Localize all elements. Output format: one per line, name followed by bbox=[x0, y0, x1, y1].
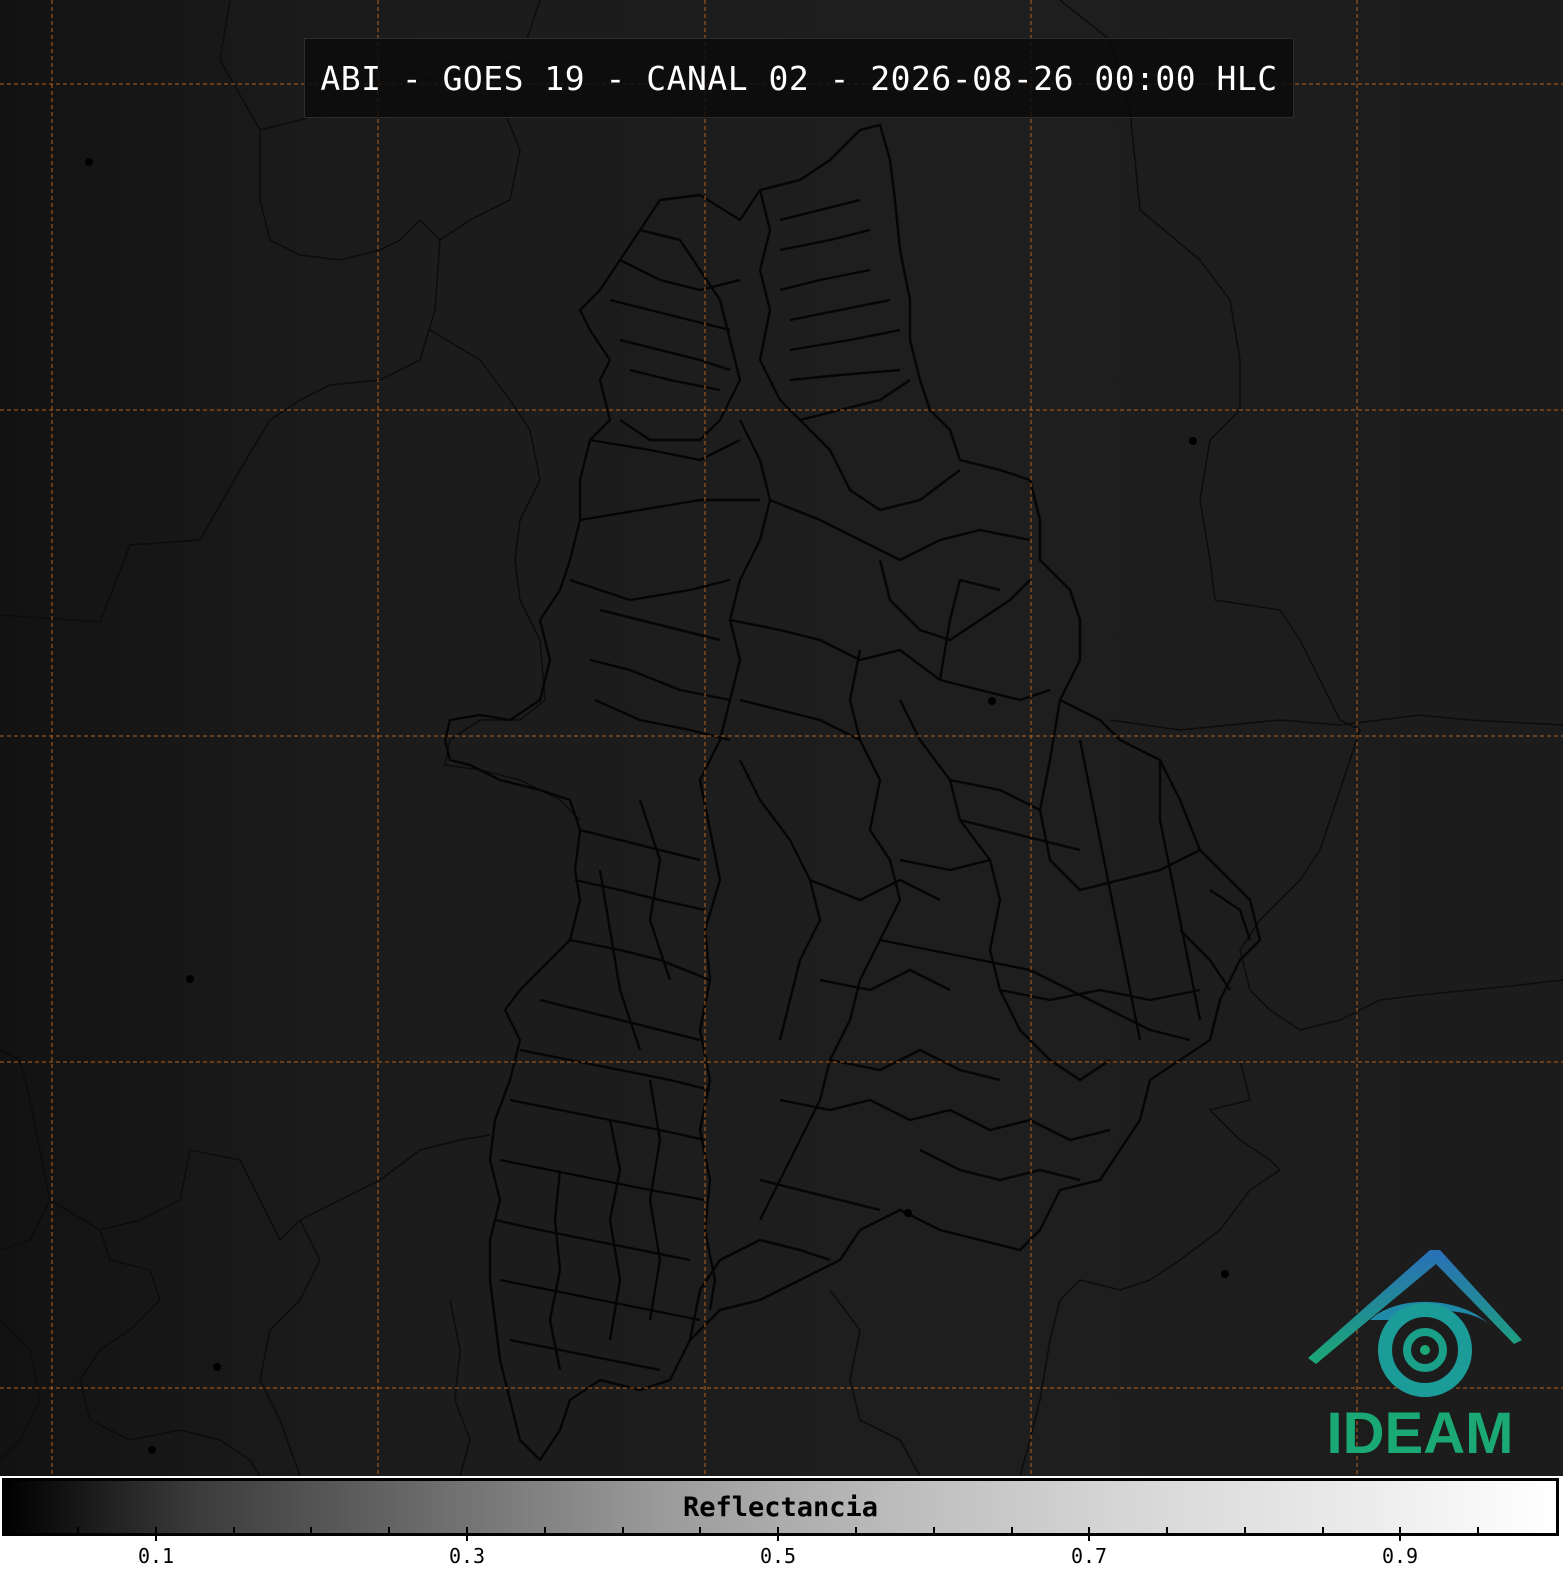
map-title: ABI - GOES 19 - CANAL 02 - 2026-08-26 00… bbox=[320, 58, 1278, 98]
colorbar-tick-label: 0.3 bbox=[448, 1544, 486, 1568]
colorbar-tick-label: 0.7 bbox=[1070, 1544, 1108, 1568]
colorbar-tick-label: 0.9 bbox=[1381, 1544, 1419, 1568]
ideam-logo-mark bbox=[1308, 1250, 1522, 1397]
logo-text: IDEAM bbox=[1326, 1401, 1514, 1466]
colorbar: Reflectancia 0.1 0.3 0.5 0.7 0.9 bbox=[0, 1476, 1563, 1577]
title-box: ABI - GOES 19 - CANAL 02 - 2026-08-26 00… bbox=[304, 38, 1294, 118]
colorbar-tick-label: 0.5 bbox=[759, 1544, 797, 1568]
city-markers bbox=[85, 158, 1229, 1454]
colorbar-tick-label: 0.1 bbox=[137, 1544, 175, 1568]
satellite-map: ABI - GOES 19 - CANAL 02 - 2026-08-26 00… bbox=[0, 0, 1563, 1476]
ideam-logo: IDEAM bbox=[1300, 1240, 1540, 1470]
municipal-borders bbox=[443, 123, 1262, 1462]
